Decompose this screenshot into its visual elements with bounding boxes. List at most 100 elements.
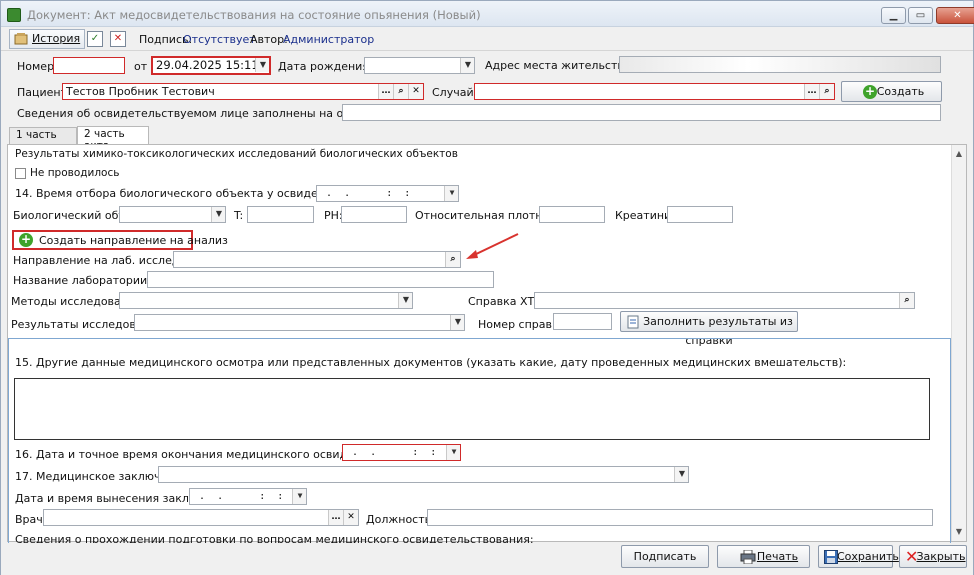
q16-datetime-input[interactable]: . . : : ▼ bbox=[342, 444, 461, 461]
save-label: Сохранить bbox=[837, 550, 899, 563]
save-button[interactable]: Сохранить bbox=[818, 545, 899, 568]
printer-icon bbox=[740, 550, 756, 564]
footer-bar: Подписать Печать Сохранить ✕ Закрыть bbox=[1, 543, 973, 575]
search-icon[interactable]: ⌕ bbox=[393, 84, 408, 99]
chevron-down-icon[interactable]: ▼ bbox=[255, 58, 269, 72]
chevron-down-icon[interactable]: ▼ bbox=[444, 186, 458, 201]
tab-panel-part-2: Результаты химико-токсикологических иссл… bbox=[7, 144, 967, 546]
clear-icon[interactable]: ✕ bbox=[343, 510, 358, 525]
annotation-arrow-icon bbox=[466, 233, 519, 259]
q15-textarea[interactable] bbox=[14, 378, 930, 440]
ref-number-input[interactable] bbox=[553, 313, 612, 330]
lab-name-input[interactable] bbox=[147, 271, 494, 288]
doctor-input[interactable]: … ✕ bbox=[43, 509, 359, 526]
scroll-up-icon[interactable]: ▲ bbox=[952, 147, 966, 161]
print-label: Печать bbox=[756, 550, 799, 563]
chevron-down-icon[interactable]: ▼ bbox=[446, 445, 460, 460]
minimize-button[interactable]: ▁ bbox=[881, 7, 906, 24]
vertical-scrollbar[interactable]: ▲ ▼ bbox=[951, 145, 966, 541]
fill-results-button[interactable]: Заполнить результаты из справки bbox=[620, 311, 798, 347]
chevron-down-icon[interactable]: ▼ bbox=[292, 489, 306, 504]
create-case-button[interactable]: + Создать bbox=[841, 81, 942, 102]
create-direction-label: Создать направление на анализ bbox=[39, 234, 228, 247]
clear-icon[interactable]: ✕ bbox=[408, 84, 423, 99]
document-date-input[interactable]: 29.04.2025 15:11:24 ▼ bbox=[151, 56, 271, 75]
patient-value: Тестов Пробник Тестович bbox=[66, 85, 215, 98]
date-from-label: от bbox=[134, 60, 148, 73]
t-input[interactable] bbox=[247, 206, 314, 223]
sign-doc-icon[interactable]: ✓ bbox=[87, 31, 103, 47]
t-label: T: bbox=[234, 209, 244, 222]
patient-input[interactable]: Тестов Пробник Тестович … ⌕ ✕ bbox=[62, 83, 424, 100]
ph-label: PH: bbox=[324, 209, 343, 222]
ellipsis-icon[interactable]: … bbox=[804, 84, 819, 99]
not-done-checkbox[interactable] bbox=[15, 168, 26, 179]
scroll-down-icon[interactable]: ▼ bbox=[952, 525, 966, 539]
chevron-down-icon[interactable]: ▼ bbox=[211, 207, 225, 222]
ph-input[interactable] bbox=[341, 206, 407, 223]
creatinine-input[interactable] bbox=[667, 206, 733, 223]
methods-select[interactable]: ▼ bbox=[119, 292, 413, 309]
conclusion-date-input[interactable]: . . : : ▼ bbox=[189, 488, 307, 505]
title-bar: Документ: Акт медосвидетельствования на … bbox=[1, 1, 974, 27]
history-label: История bbox=[32, 32, 81, 45]
signature-status: Отсутствует bbox=[183, 33, 256, 46]
maximize-button[interactable]: ▭ bbox=[908, 7, 933, 24]
chevron-down-icon[interactable]: ▼ bbox=[450, 315, 464, 330]
sign-button[interactable]: Подписать bbox=[621, 545, 709, 568]
position-input[interactable] bbox=[427, 509, 933, 526]
author-value: Администратор bbox=[283, 33, 375, 46]
number-input[interactable] bbox=[53, 57, 125, 74]
ellipsis-icon[interactable]: … bbox=[328, 510, 343, 525]
chevron-down-icon[interactable]: ▼ bbox=[398, 293, 412, 308]
lab-name-label: Название лаборатории: bbox=[13, 274, 151, 287]
close-window-button[interactable]: ✕ bbox=[936, 7, 974, 24]
section-title: Результаты химико-токсикологических иссл… bbox=[15, 148, 458, 160]
create-case-label: Создать bbox=[876, 85, 925, 98]
close-label: Закрыть bbox=[916, 550, 966, 563]
tab-part-1[interactable]: 1 часть акта bbox=[9, 127, 77, 153]
search-icon[interactable]: ⌕ bbox=[445, 252, 460, 267]
basis-input[interactable] bbox=[342, 104, 941, 121]
history-button[interactable]: История bbox=[9, 29, 86, 49]
address-label: Адрес места жительства: bbox=[485, 59, 635, 72]
toolbar: История ✓ ✕ Подпись: Отсутствует Автор: … bbox=[1, 28, 973, 51]
tab-part-2[interactable]: 2 часть акта bbox=[77, 126, 149, 152]
chevron-down-icon[interactable]: ▼ bbox=[460, 58, 474, 73]
history-icon bbox=[14, 33, 28, 45]
q14-value: . . : : bbox=[320, 188, 411, 199]
xti-input[interactable]: ⌕ bbox=[534, 292, 915, 309]
search-icon[interactable]: ⌕ bbox=[819, 84, 834, 99]
conclusion-date-value: . . : : bbox=[193, 491, 284, 502]
number-label: Номер: bbox=[17, 60, 58, 73]
q16-value: . . : : bbox=[346, 447, 437, 458]
fill-document-icon bbox=[627, 315, 639, 329]
close-icon: ✕ bbox=[905, 547, 919, 566]
ellipsis-icon[interactable]: … bbox=[378, 84, 393, 99]
q14-datetime-input[interactable]: . . : : ▼ bbox=[316, 185, 459, 202]
document-icon bbox=[7, 8, 21, 22]
case-label: Случай: bbox=[432, 86, 478, 99]
birth-date-input[interactable]: ▼ bbox=[364, 57, 475, 74]
position-label: Должность: bbox=[366, 513, 435, 526]
add-icon: + bbox=[19, 232, 33, 247]
results-select[interactable]: ▼ bbox=[134, 314, 465, 331]
add-icon: + bbox=[863, 84, 877, 99]
not-done-label: Не проводилось bbox=[30, 167, 120, 179]
density-input[interactable] bbox=[539, 206, 605, 223]
q17-select[interactable]: ▼ bbox=[158, 466, 689, 483]
close-button[interactable]: ✕ Закрыть bbox=[899, 545, 967, 568]
direction-input[interactable]: ⌕ bbox=[173, 251, 461, 268]
print-button[interactable]: Печать bbox=[717, 545, 810, 568]
create-direction-button[interactable]: + Создать направление на анализ bbox=[12, 230, 228, 250]
case-input[interactable]: … ⌕ bbox=[474, 83, 835, 100]
unsign-doc-icon[interactable]: ✕ bbox=[110, 31, 126, 47]
document-window: Документ: Акт медосвидетельствования на … bbox=[0, 0, 974, 575]
doctor-label: Врач: bbox=[15, 513, 47, 526]
search-icon[interactable]: ⌕ bbox=[899, 293, 914, 308]
birth-date-label: Дата рождения: bbox=[278, 60, 373, 73]
q15-label: 15. Другие данные медицинского осмотра и… bbox=[15, 356, 847, 369]
address-input[interactable] bbox=[619, 56, 941, 73]
bio-object-select[interactable]: ▼ bbox=[119, 206, 226, 223]
chevron-down-icon[interactable]: ▼ bbox=[674, 467, 688, 482]
